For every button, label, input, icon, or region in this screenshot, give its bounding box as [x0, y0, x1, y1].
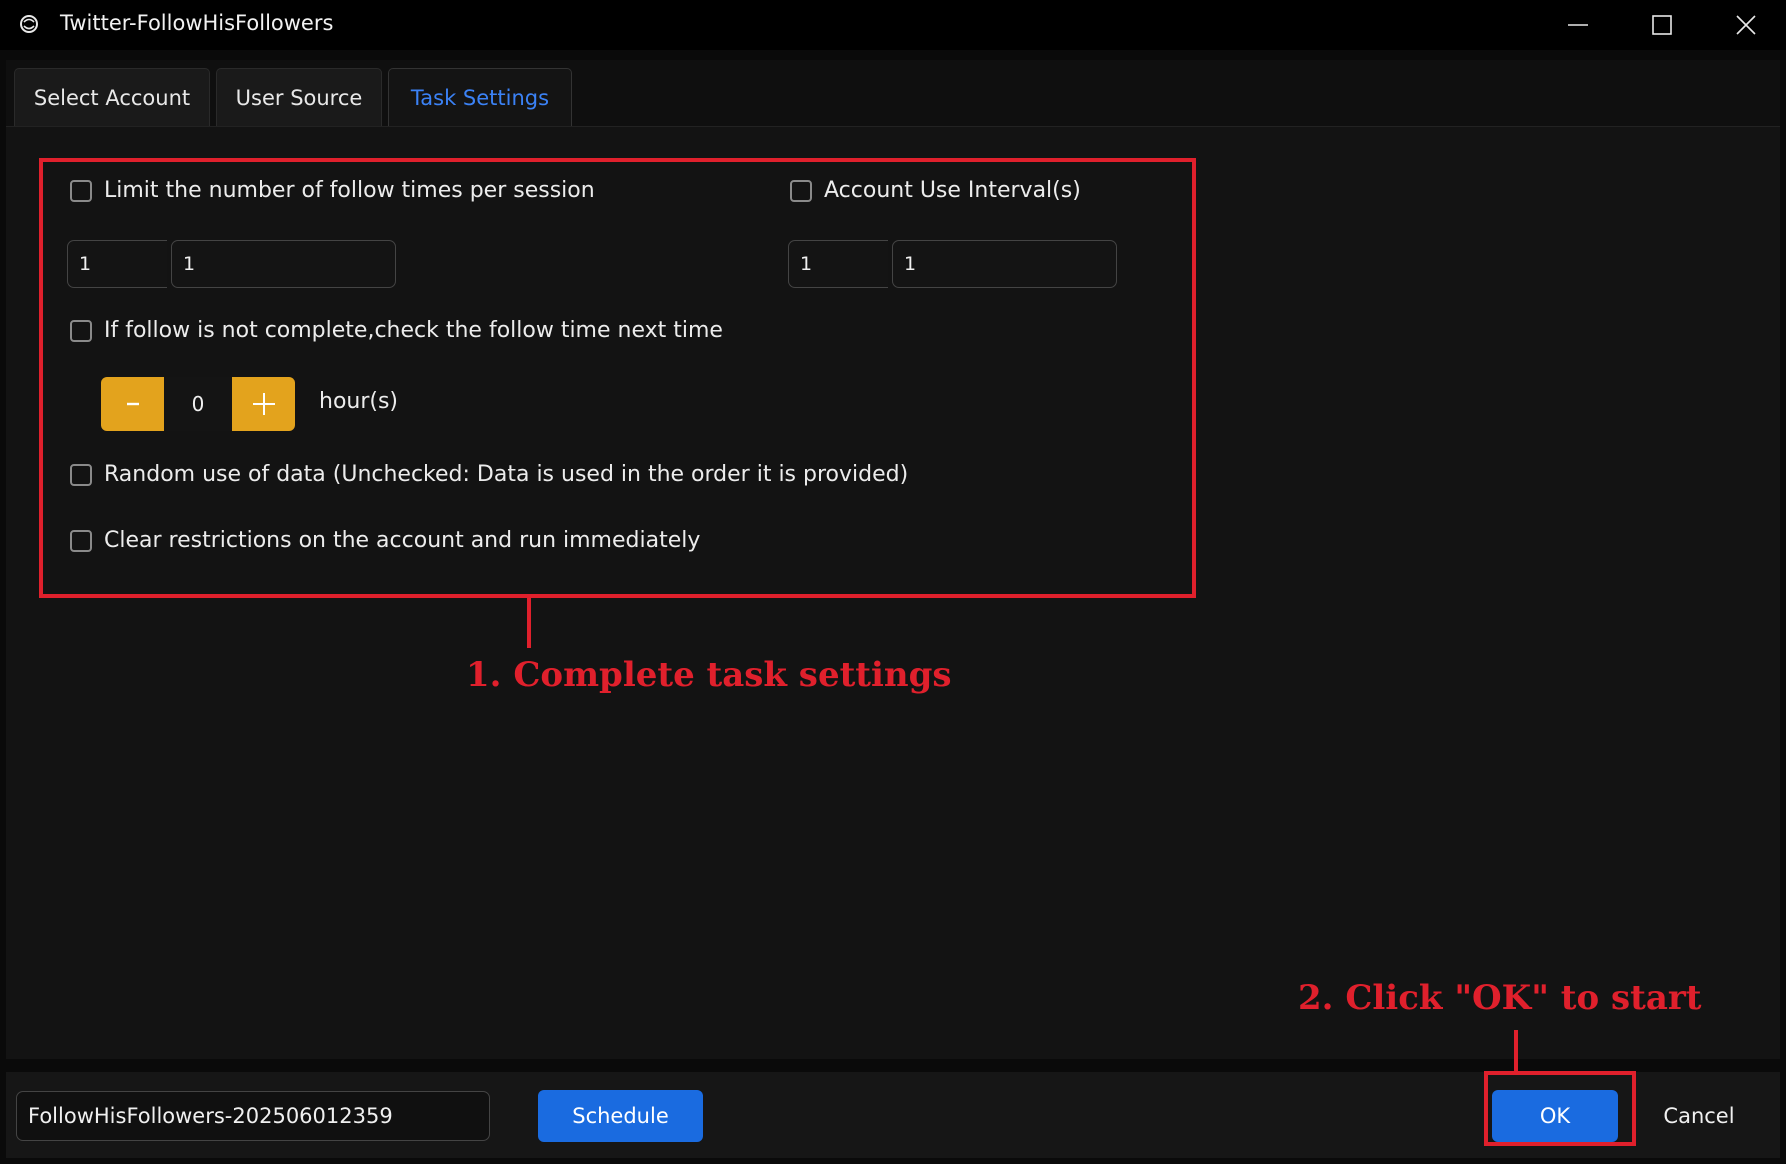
settings-callout-line: [527, 598, 531, 648]
task-name-input[interactable]: FollowHisFollowers-202506012359: [16, 1091, 490, 1141]
window-title: Twitter-FollowHisFollowers: [60, 11, 334, 35]
maximize-icon: [1652, 15, 1672, 35]
step2-annotation: 2. Click "OK" to start: [1298, 978, 1702, 1018]
tab-select-account[interactable]: Select Account: [14, 68, 210, 126]
settings-highlight-box: [39, 158, 1196, 598]
ok-highlight-box: [1484, 1071, 1636, 1146]
step1-annotation: 1. Complete task settings: [466, 655, 952, 695]
minimize-icon: [1568, 24, 1588, 26]
schedule-button[interactable]: Schedule: [538, 1090, 703, 1142]
tab-user-source[interactable]: User Source: [216, 68, 382, 126]
minimize-button[interactable]: [1536, 0, 1620, 50]
close-icon: [1736, 15, 1756, 35]
cancel-button[interactable]: Cancel: [1636, 1090, 1762, 1142]
tab-task-settings[interactable]: Task Settings: [388, 68, 572, 126]
maximize-button[interactable]: [1620, 0, 1704, 50]
close-button[interactable]: [1704, 0, 1786, 50]
app-logo-icon: [18, 13, 40, 35]
ok-callout-line: [1514, 1030, 1518, 1072]
